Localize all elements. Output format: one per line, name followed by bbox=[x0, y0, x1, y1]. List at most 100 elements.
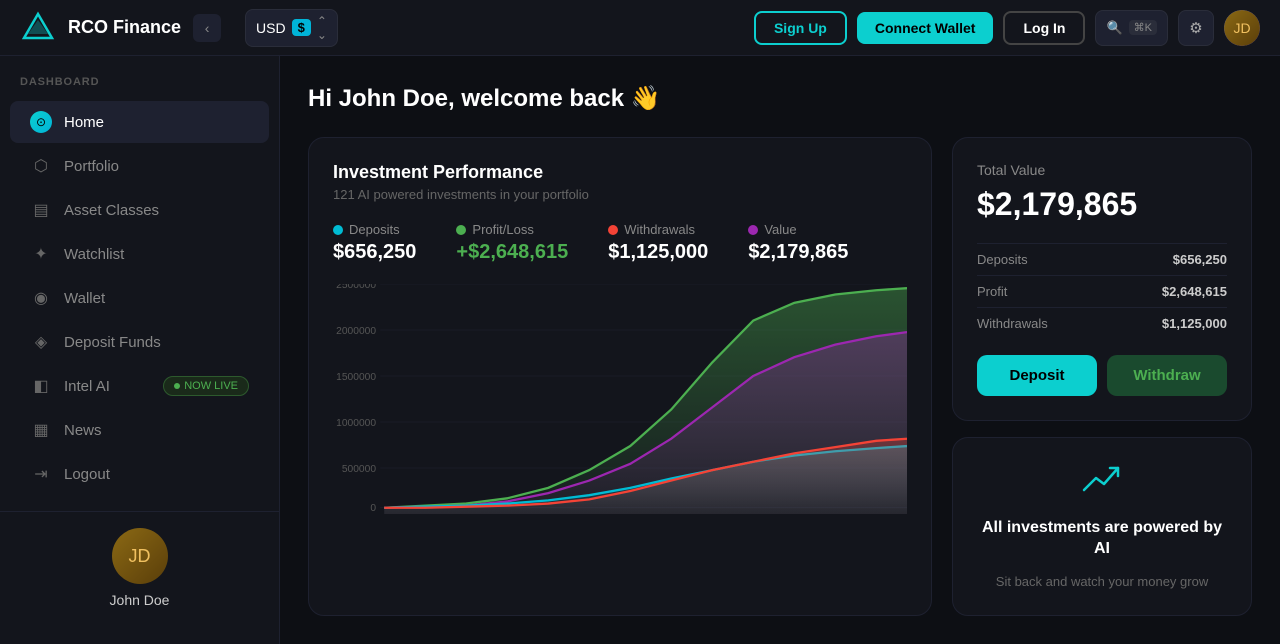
main-content: Hi John Doe, welcome back 👋 Investment P… bbox=[280, 56, 1280, 644]
deposit-funds-icon: ◈ bbox=[30, 331, 52, 353]
ai-card-title: All investments are powered by AI bbox=[977, 518, 1227, 560]
sidebar-item-portfolio[interactable]: ⬡ Portfolio bbox=[10, 145, 269, 187]
metric-withdrawals: Withdrawals $1,125,000 bbox=[608, 222, 708, 264]
metric-value-label: Value bbox=[748, 222, 848, 237]
sidebar-item-watchlist[interactable]: ✦ Watchlist bbox=[10, 233, 269, 275]
watchlist-icon: ✦ bbox=[30, 243, 52, 265]
withdrawals-dot bbox=[608, 225, 618, 235]
sidebar-label-portfolio: Portfolio bbox=[64, 158, 119, 175]
asset-classes-icon: ▤ bbox=[30, 199, 52, 221]
svg-text:1500000: 1500000 bbox=[336, 372, 376, 383]
profit-dot bbox=[456, 225, 466, 235]
metric-deposits-value: $656,250 bbox=[333, 241, 416, 264]
total-value-label: Total Value bbox=[977, 162, 1227, 178]
header-right: Sign Up Connect Wallet Log In 🔍 ⌘K ⚙ JD bbox=[754, 10, 1260, 46]
now-live-badge: NOW LIVE bbox=[163, 376, 249, 396]
sidebar-user-name: John Doe bbox=[110, 592, 170, 608]
sidebar-label-home: Home bbox=[64, 114, 104, 131]
chart-container: 2500000 2000000 1500000 1000000 500000 0 bbox=[333, 284, 907, 514]
svg-text:500000: 500000 bbox=[342, 464, 376, 475]
main-layout: DASHBOARD ⊙ Home ⬡ Portfolio ▤ Asset Cla… bbox=[0, 56, 1280, 644]
gear-icon: ⚙ bbox=[1189, 19, 1202, 37]
home-icon: ⊙ bbox=[30, 111, 52, 133]
cmd-shortcut: ⌘K bbox=[1129, 20, 1157, 35]
metric-withdrawals-value: $1,125,000 bbox=[608, 241, 708, 264]
svg-text:1000000: 1000000 bbox=[336, 418, 376, 429]
signup-button[interactable]: Sign Up bbox=[754, 11, 847, 45]
deposit-button[interactable]: Deposit bbox=[977, 355, 1097, 396]
sidebar-item-home[interactable]: ⊙ Home bbox=[10, 101, 269, 143]
sidebar-item-deposit-funds[interactable]: ◈ Deposit Funds bbox=[10, 321, 269, 363]
sidebar-label-news: News bbox=[64, 422, 102, 439]
total-value-card: Total Value $2,179,865 Deposits $656,250… bbox=[952, 137, 1252, 421]
sidebar-label-asset-classes: Asset Classes bbox=[64, 202, 159, 219]
stat-deposits-value: $656,250 bbox=[1173, 252, 1227, 267]
news-icon: ▦ bbox=[30, 419, 52, 441]
logo-icon bbox=[20, 10, 56, 46]
live-dot bbox=[174, 383, 180, 389]
currency-selector[interactable]: USD $ ⌃⌄ bbox=[245, 9, 338, 47]
metric-profit-value: +$2,648,615 bbox=[456, 241, 568, 264]
sidebar-user-avatar[interactable]: JD bbox=[112, 528, 168, 584]
sidebar-item-wallet[interactable]: ◉ Wallet bbox=[10, 277, 269, 319]
currency-chevron-icon: ⌃⌄ bbox=[317, 14, 327, 42]
stat-row-profit: Profit $2,648,615 bbox=[977, 275, 1227, 307]
connect-wallet-button[interactable]: Connect Wallet bbox=[857, 12, 994, 44]
stat-profit-value: $2,648,615 bbox=[1162, 284, 1227, 299]
sidebar-label-deposit-funds: Deposit Funds bbox=[64, 334, 161, 351]
user-avatar[interactable]: JD bbox=[1224, 10, 1260, 46]
stat-row-deposits: Deposits $656,250 bbox=[977, 243, 1227, 275]
header: RCO Finance ‹ USD $ ⌃⌄ Sign Up Connect W… bbox=[0, 0, 1280, 56]
sidebar-section-label: DASHBOARD bbox=[0, 76, 279, 88]
sidebar-item-news[interactable]: ▦ News bbox=[10, 409, 269, 451]
investment-card-subtitle: 121 AI powered investments in your portf… bbox=[333, 187, 907, 202]
stat-withdrawals-value: $1,125,000 bbox=[1162, 316, 1227, 331]
portfolio-icon: ⬡ bbox=[30, 155, 52, 177]
currency-label: USD bbox=[256, 20, 286, 36]
sidebar-label-watchlist: Watchlist bbox=[64, 246, 124, 263]
intel-ai-icon: ◧ bbox=[30, 375, 52, 397]
right-panel: Total Value $2,179,865 Deposits $656,250… bbox=[952, 137, 1252, 616]
sidebar-label-logout: Logout bbox=[64, 466, 110, 483]
sidebar-label-intel-ai: Intel AI bbox=[64, 378, 110, 395]
svg-text:0: 0 bbox=[370, 503, 376, 514]
investment-card: Investment Performance 121 AI powered in… bbox=[308, 137, 932, 616]
settings-button[interactable]: ⚙ bbox=[1178, 10, 1214, 46]
metric-value-amount: $2,179,865 bbox=[748, 241, 848, 264]
trending-up-icon bbox=[1082, 462, 1122, 506]
withdraw-button[interactable]: Withdraw bbox=[1107, 355, 1227, 396]
metric-deposits-label: Deposits bbox=[333, 222, 416, 237]
total-value-amount: $2,179,865 bbox=[977, 186, 1227, 223]
sidebar-item-intel-ai[interactable]: ◧ Intel AI NOW LIVE bbox=[10, 365, 269, 407]
ai-card: All investments are powered by AI Sit ba… bbox=[952, 437, 1252, 616]
investment-chart: 2500000 2000000 1500000 1000000 500000 0 bbox=[333, 284, 907, 514]
search-button[interactable]: 🔍 ⌘K bbox=[1095, 10, 1168, 46]
now-live-text: NOW LIVE bbox=[184, 380, 238, 392]
metric-value: Value $2,179,865 bbox=[748, 222, 848, 264]
sidebar-label-wallet: Wallet bbox=[64, 290, 105, 307]
app-title: RCO Finance bbox=[68, 17, 181, 38]
content-grid: Investment Performance 121 AI powered in… bbox=[308, 137, 1252, 616]
investment-card-title: Investment Performance bbox=[333, 162, 907, 183]
ai-card-desc: Sit back and watch your money grow bbox=[996, 572, 1208, 592]
sidebar-user-section: JD John Doe bbox=[0, 511, 279, 624]
action-buttons: Deposit Withdraw bbox=[977, 355, 1227, 396]
metric-deposits: Deposits $656,250 bbox=[333, 222, 416, 264]
stat-deposits-label: Deposits bbox=[977, 252, 1028, 267]
wallet-icon: ◉ bbox=[30, 287, 52, 309]
stat-withdrawals-label: Withdrawals bbox=[977, 316, 1048, 331]
svg-text:2000000: 2000000 bbox=[336, 326, 376, 337]
logout-icon: ⇥ bbox=[30, 463, 52, 485]
value-dot bbox=[748, 225, 758, 235]
metric-profit: Profit/Loss +$2,648,615 bbox=[456, 222, 568, 264]
nav-toggle-button[interactable]: ‹ bbox=[193, 14, 221, 42]
sidebar-item-asset-classes[interactable]: ▤ Asset Classes bbox=[10, 189, 269, 231]
metric-profit-label: Profit/Loss bbox=[456, 222, 568, 237]
stat-profit-label: Profit bbox=[977, 284, 1007, 299]
deposits-dot bbox=[333, 225, 343, 235]
sidebar-item-logout[interactable]: ⇥ Logout bbox=[10, 453, 269, 495]
search-icon: 🔍 bbox=[1106, 20, 1122, 36]
login-button[interactable]: Log In bbox=[1003, 11, 1085, 45]
stat-row-withdrawals: Withdrawals $1,125,000 bbox=[977, 307, 1227, 339]
svg-text:2500000: 2500000 bbox=[336, 284, 376, 291]
